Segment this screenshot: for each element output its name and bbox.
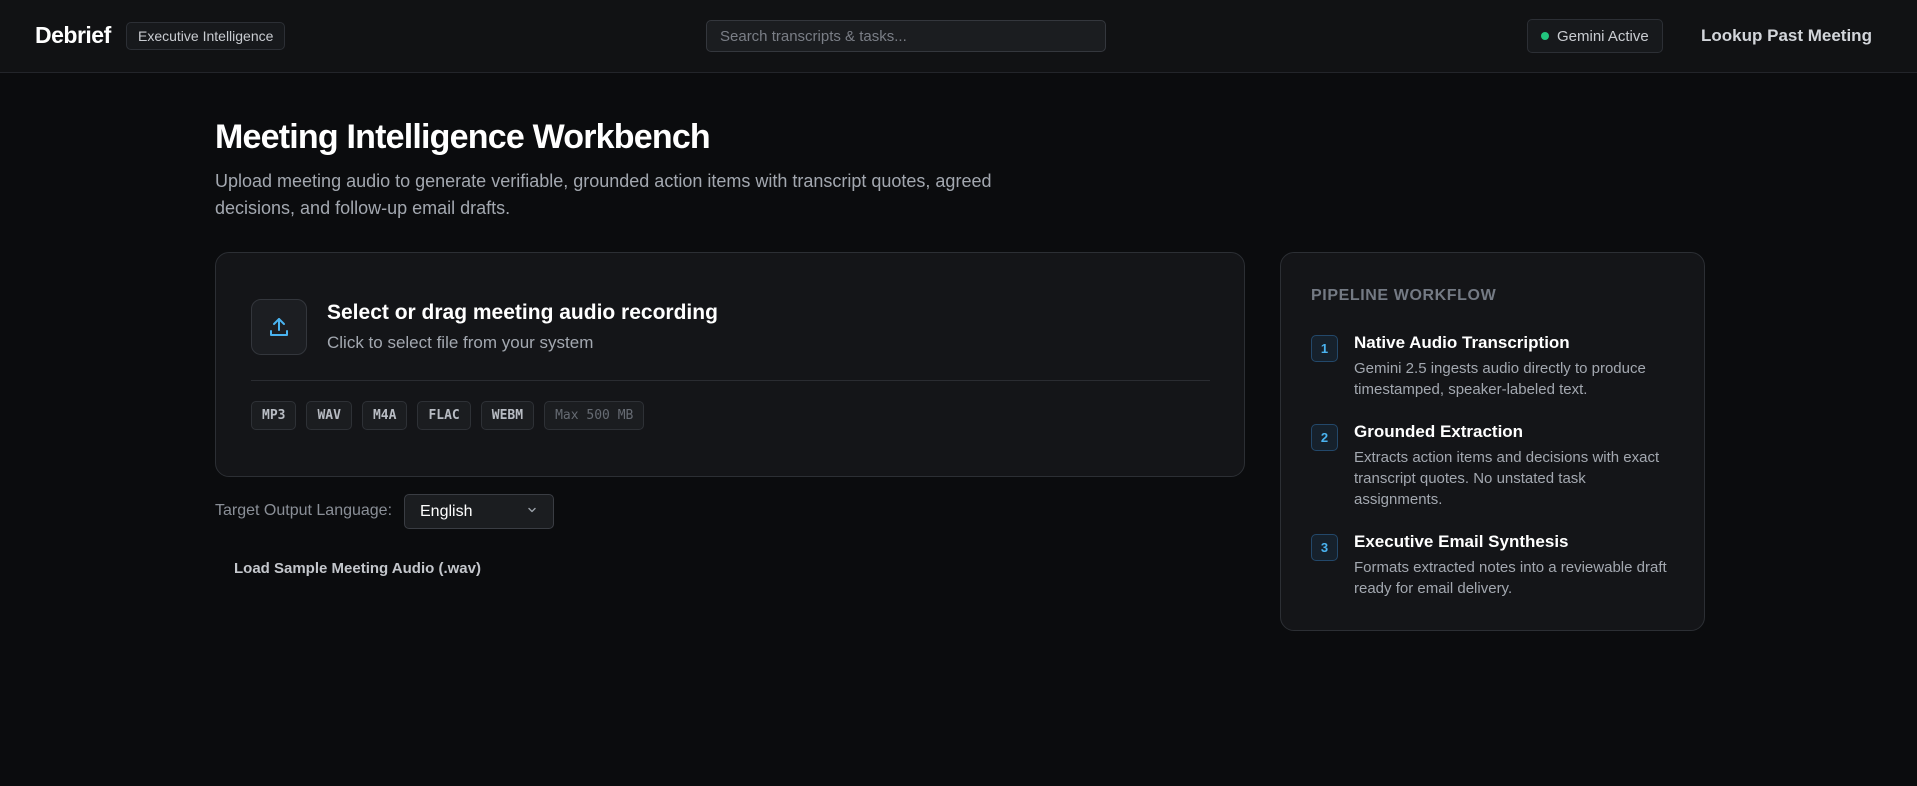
step-description: Formats extracted notes into a reviewabl… — [1354, 559, 1667, 597]
page-title: Meeting Intelligence Workbench — [215, 118, 711, 156]
status-dot-icon — [1541, 32, 1549, 40]
format-chip-wav: WAV — [306, 401, 352, 430]
upload-divider — [251, 380, 1210, 381]
step-number: 3 — [1311, 534, 1338, 561]
format-chip-m4a: M4A — [361, 401, 408, 430]
pipeline-workflow-panel: PIPELINE WORKFLOW 1 Native Audio Transcr… — [1280, 252, 1705, 631]
format-chip-webm: WEBM — [480, 401, 535, 430]
format-chip-mp3: MP3 — [251, 401, 297, 430]
language-selected-value: English — [420, 502, 473, 520]
language-label: Target Output Language: — [215, 502, 393, 519]
step-title: Executive Email Synthesis — [1354, 532, 1569, 551]
step-title: Grounded Extraction — [1354, 422, 1524, 441]
brand-logo[interactable]: Debrief — [35, 22, 111, 49]
step-description: Gemini 2.5 ingests audio directly to pro… — [1354, 360, 1646, 398]
gemini-status-badge: Gemini Active — [1527, 19, 1663, 53]
top-navigation-bar: Debrief Executive Intelligence Gemini Ac… — [0, 0, 1917, 73]
audio-upload-dropzone[interactable]: Select or drag meeting audio recording C… — [215, 252, 1245, 477]
lookup-past-meeting-button[interactable]: Lookup Past Meeting — [1701, 26, 1872, 46]
language-select[interactable]: English — [404, 494, 554, 529]
step-number: 1 — [1311, 335, 1338, 362]
upload-icon — [251, 299, 307, 355]
format-chip-flac: FLAC — [417, 401, 471, 430]
status-label: Gemini Active — [1557, 27, 1649, 45]
step-description: Extracts action items and decisions with… — [1354, 449, 1660, 508]
pipeline-heading: PIPELINE WORKFLOW — [1311, 287, 1497, 304]
upload-subtitle: Click to select file from your system — [327, 333, 594, 352]
step-title: Native Audio Transcription — [1354, 333, 1570, 352]
step-number: 2 — [1311, 424, 1338, 451]
load-sample-audio-button[interactable]: Load Sample Meeting Audio (.wav) — [234, 560, 481, 577]
search-input[interactable] — [706, 20, 1106, 52]
upload-title: Select or drag meeting audio recording — [327, 301, 718, 324]
chevron-down-icon — [526, 503, 538, 521]
supported-formats: MP3 WAV M4A FLAC WEBM Max 500 MB — [251, 401, 645, 430]
max-size-chip: Max 500 MB — [544, 401, 645, 430]
brand-badge: Executive Intelligence — [126, 22, 286, 50]
page-subtitle: Upload meeting audio to generate verifia… — [215, 171, 992, 218]
